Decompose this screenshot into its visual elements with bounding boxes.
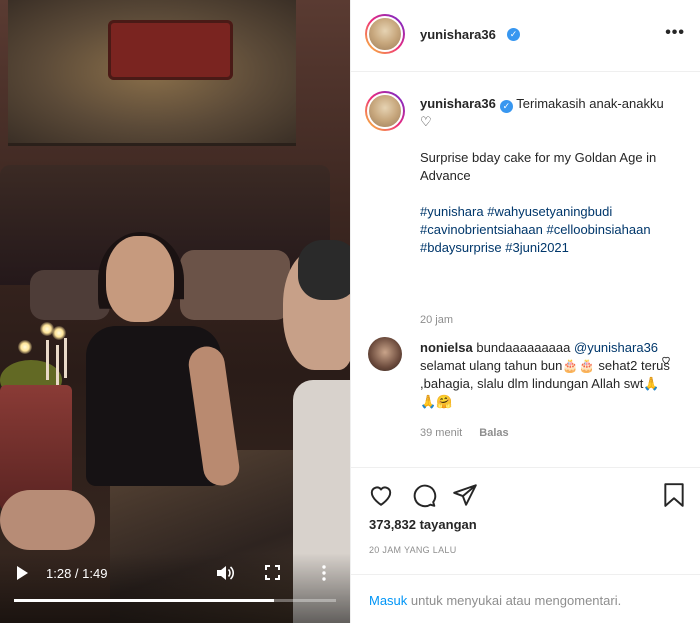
post-panel: yunishara36 ✓ ••• yunishara36 ✓ Terimakas… [350,0,700,623]
play-icon[interactable] [17,566,28,580]
header-username[interactable]: yunishara36 [420,27,496,42]
comment-text: nonielsa bundaaaaaaaaa @yunishara36 sela… [420,339,670,411]
tapestry-calligraphy [108,20,233,80]
comment-timestamp: 39 menit [420,427,463,439]
video-player[interactable]: 1:28 / 1:49 [0,0,350,623]
video-progress-bar[interactable] [14,599,336,602]
volume-icon[interactable] [216,565,234,581]
login-prompt-text: Masuk untuk menyukai atau mengomentari. [369,593,621,608]
avatar[interactable] [368,337,402,371]
caption-line-2: Surprise bday cake for my Goldan Age in … [420,150,657,183]
comment-mention[interactable]: @yunishara36 [574,340,658,355]
caption-hashtags[interactable]: #yunishara #wahyusetyaningbudi #cavinobr… [420,203,670,257]
fullscreen-icon[interactable] [265,565,280,580]
candle [46,340,49,380]
caption-text: yunishara36 ✓ Terimakasih anak-anakku ♡ S… [420,95,670,275]
like-heart-icon[interactable] [368,482,394,508]
candle [56,345,59,385]
login-link[interactable]: Masuk [369,593,407,608]
verified-badge-icon: ✓ [507,28,520,41]
post-time-ago: 20 JAM YANG LALU [369,545,457,555]
more-options-icon[interactable]: ••• [665,24,685,42]
comment-text-rest: selamat ulang tahun bun🎂🎂 sehat2 terus ,… [420,358,670,409]
view-count[interactable]: 373,832 tayangan [369,517,477,532]
post-actions: 373,832 tayangan 20 JAM YANG LALU Masuk … [351,467,700,623]
post-header: yunishara36 ✓ ••• [351,0,700,72]
candle-flame [52,326,66,340]
avatar[interactable] [365,14,405,54]
verified-badge-icon: ✓ [499,100,513,113]
comment-bubble-icon[interactable] [411,482,437,508]
reply-button[interactable]: Balas [479,427,508,439]
caption-username[interactable]: yunishara36 [420,96,496,111]
candle-flame [18,340,32,354]
avatar[interactable] [365,91,405,131]
login-prompt: Masuk untuk menyukai atau mengomentari. [351,574,700,623]
comment-username[interactable]: nonielsa [420,340,473,355]
woman-blowing-candles [86,232,242,516]
share-paper-plane-icon[interactable] [452,482,478,508]
comment-meta: 39 menit Balas [420,427,523,439]
video-progress-fill [14,599,274,602]
caption-timestamp: 20 jam [420,314,454,326]
video-controls-overlay [0,553,350,623]
wall-tapestry [8,0,296,146]
candle [64,338,67,378]
login-prompt-rest: untuk menyukai atau mengomentari. [407,593,622,608]
more-options-icon[interactable] [321,565,327,581]
like-comment-icon[interactable] [661,355,671,365]
comments-section: yunishara36 ✓ Terimakasih anak-anakku ♡ S… [351,73,700,466]
comment-text-start: bundaaaaaaaaa [476,340,571,355]
video-time: 1:28 / 1:49 [46,566,108,581]
save-bookmark-icon[interactable] [661,482,687,508]
hand-holding-cake [0,490,95,550]
